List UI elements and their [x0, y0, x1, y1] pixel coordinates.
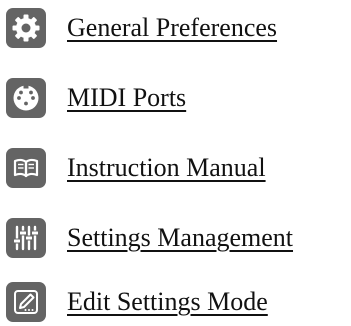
menu-item-instruction-manual[interactable]: Instruction Manual [6, 144, 266, 192]
menu-item-label[interactable]: Instruction Manual [67, 153, 266, 183]
menu-item-label[interactable]: MIDI Ports [67, 83, 186, 113]
menu-item-edit-settings-mode[interactable]: Edit Settings Mode [6, 278, 268, 326]
settings-menu: General Preferences MIDI Ports Instructi… [0, 0, 351, 324]
book-icon [6, 148, 46, 188]
menu-item-general-preferences[interactable]: General Preferences [6, 4, 277, 52]
menu-item-label[interactable]: General Preferences [67, 13, 277, 43]
menu-item-label[interactable]: Settings Management [67, 223, 293, 253]
gear-icon [6, 8, 46, 48]
menu-item-settings-management[interactable]: Settings Management [6, 214, 293, 262]
menu-item-label[interactable]: Edit Settings Mode [67, 287, 268, 317]
pencil-square-icon [6, 282, 46, 322]
menu-item-midi-ports[interactable]: MIDI Ports [6, 74, 186, 122]
midi-port-icon [6, 78, 46, 118]
sliders-icon [6, 218, 46, 258]
